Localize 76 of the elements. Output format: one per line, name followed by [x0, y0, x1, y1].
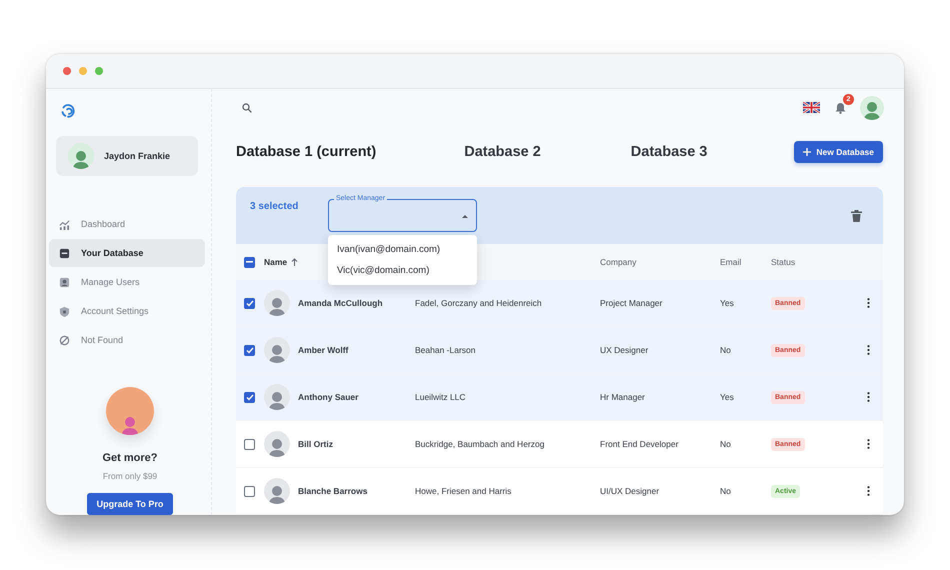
avatar-silhouette-icon: [863, 100, 881, 120]
sort-arrow-icon: [291, 258, 298, 266]
column-header[interactable]: Company: [600, 257, 720, 267]
table-cell-text: Fadel, Gorczany and Heidenreich: [415, 298, 543, 308]
table-cell-text: No: [720, 345, 732, 355]
shield-icon: [59, 306, 70, 316]
table-cell-text: Howe, Friesen and Harris: [415, 486, 512, 496]
avatar-silhouette-icon: [268, 437, 286, 457]
more-icon[interactable]: [866, 345, 870, 355]
chart-icon: [59, 218, 70, 230]
dropdown-option[interactable]: Ivan(ivan@domain.com): [328, 239, 477, 260]
avatar-silhouette-icon: [72, 149, 90, 170]
database-tab[interactable]: Database 3: [630, 144, 708, 160]
minus-icon: [246, 261, 253, 263]
checkbox[interactable]: [244, 486, 255, 496]
nav-item[interactable]: Not Found: [49, 326, 205, 354]
selected-count: 3 selected: [250, 201, 300, 212]
name-cell-text: Amanda McCullough: [298, 298, 384, 308]
table-cell-text: Hr Manager: [600, 392, 646, 402]
table-cell-text: Project Manager: [600, 298, 664, 308]
new-database-button[interactable]: New Database: [794, 141, 883, 164]
prohibited-icon: [59, 334, 70, 346]
user-avatar[interactable]: [860, 96, 884, 120]
avatar-silhouette-icon: [121, 415, 139, 435]
caret-icon: [462, 214, 468, 218]
plus-icon: [803, 148, 812, 156]
search-icon[interactable]: [242, 102, 252, 113]
table-cell-text: Front End Developer: [600, 439, 680, 449]
more-icon[interactable]: [866, 298, 870, 308]
nav-item[interactable]: Dashboard: [49, 210, 205, 238]
user-icon: [59, 276, 70, 288]
name-cell-text: Anthony Sauer: [298, 392, 360, 402]
document-icon: [59, 248, 70, 258]
check-icon: [246, 346, 254, 354]
name-cell-text: Blanche Barrows: [298, 486, 368, 496]
nav-item[interactable]: Your Database: [49, 239, 205, 267]
flag-icon[interactable]: [803, 102, 820, 114]
database-tab[interactable]: Database 2: [464, 144, 541, 160]
trash-icon[interactable]: [851, 210, 862, 222]
table-cell-text: Lueilwitz LLC: [415, 392, 467, 402]
checkbox[interactable]: [244, 438, 255, 450]
nav-item[interactable]: Manage Users: [49, 268, 205, 296]
name-cell-text: Bill Ortiz: [298, 439, 334, 449]
avatar-silhouette-icon: [268, 484, 286, 504]
promo-price: From only $99: [102, 471, 158, 481]
database-tab[interactable]: Database 1 (current): [236, 144, 376, 160]
avatar-silhouette-icon: [268, 390, 286, 410]
user-card[interactable]: Jaydon Frankie: [56, 136, 198, 176]
column-header[interactable]: Email: [720, 257, 771, 267]
table-cell-text: Beahan -Larson: [415, 345, 476, 355]
more-icon[interactable]: [866, 439, 870, 449]
nav-item[interactable]: Account Settings: [49, 297, 205, 325]
table-cell-text: Yes: [720, 298, 735, 308]
check-icon: [246, 394, 254, 400]
table-cell-text: UI/UX Designer: [600, 486, 660, 496]
checkbox[interactable]: [244, 256, 255, 268]
upgrade-button[interactable]: Upgrade To Pro: [86, 493, 174, 515]
table-cell-text: Yes: [720, 392, 735, 402]
close-icon[interactable]: [63, 67, 71, 75]
table-cell-text: UX Designer: [600, 345, 650, 355]
table-cell-text: No: [720, 486, 732, 496]
check-icon: [246, 300, 254, 306]
checkbox[interactable]: [244, 344, 255, 356]
more-icon[interactable]: [866, 392, 870, 402]
user-name: Jaydon Frankie: [104, 151, 170, 162]
avatar-silhouette-icon: [268, 343, 286, 363]
table-cell-text: Buckridge, Baumbach and Herzog: [415, 439, 546, 449]
column-header[interactable]: Status: [771, 257, 853, 267]
more-icon[interactable]: [866, 486, 870, 496]
bell-icon[interactable]: [834, 102, 846, 114]
name-cell-text: Amber Wolff: [298, 345, 350, 355]
checkbox[interactable]: [244, 392, 255, 402]
promo-title: Get more?: [102, 452, 158, 464]
table-cell-text: No: [720, 439, 732, 449]
checkbox[interactable]: [244, 298, 255, 308]
avatar-silhouette-icon: [268, 296, 286, 316]
